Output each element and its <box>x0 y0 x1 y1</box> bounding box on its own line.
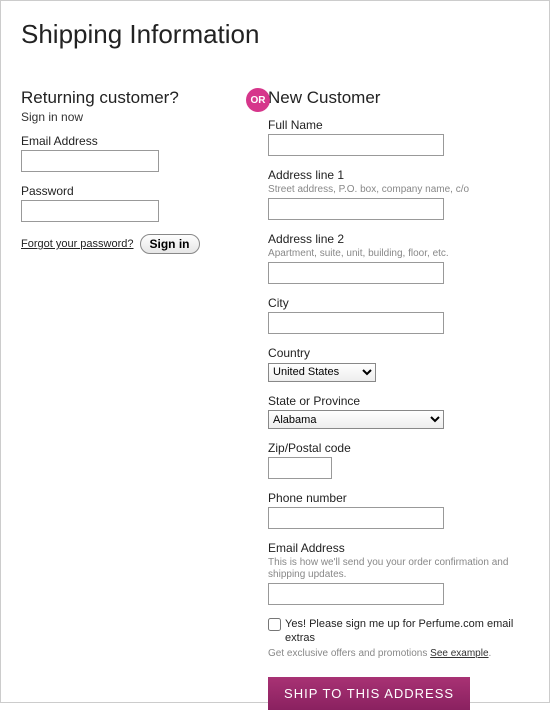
password-field-group: Password <box>21 184 268 222</box>
addr2-input[interactable] <box>268 262 444 284</box>
optin-label: Yes! Please sign me up for Perfume.com e… <box>285 617 529 646</box>
addr1-field-group: Address line 1 Street address, P.O. box,… <box>268 168 529 220</box>
phone-field-group: Phone number <box>268 491 529 529</box>
country-label: Country <box>268 346 529 360</box>
addr2-hint: Apartment, suite, unit, building, floor,… <box>268 248 529 260</box>
page-title: Shipping Information <box>21 19 529 50</box>
optin-row: Yes! Please sign me up for Perfume.com e… <box>268 617 529 646</box>
city-label: City <box>268 296 529 310</box>
columns: OR Returning customer? Sign in now Email… <box>21 88 529 710</box>
optin-hint-text: Get exclusive offers and promotions <box>268 648 430 659</box>
city-field-group: City <box>268 296 529 334</box>
email-label: Email Address <box>21 134 268 148</box>
new-email-label: Email Address <box>268 541 529 555</box>
returning-customer-section: OR Returning customer? Sign in now Email… <box>21 88 268 710</box>
new-email-hint: This is how we'll send you your order co… <box>268 557 529 581</box>
page-container: Shipping Information OR Returning custom… <box>0 0 550 703</box>
fullname-field-group: Full Name <box>268 118 529 156</box>
forgot-password-link[interactable]: Forgot your password? <box>21 238 134 250</box>
zip-field-group: Zip/Postal code <box>268 441 529 479</box>
or-badge: OR <box>246 88 270 112</box>
addr1-label: Address line 1 <box>268 168 529 182</box>
phone-label: Phone number <box>268 491 529 505</box>
phone-input[interactable] <box>268 507 444 529</box>
new-customer-heading: New Customer <box>268 88 529 108</box>
new-email-input[interactable] <box>268 583 444 605</box>
addr1-input[interactable] <box>268 198 444 220</box>
ship-to-address-button[interactable]: SHIP TO THIS ADDRESS <box>268 677 470 710</box>
email-field-group: Email Address <box>21 134 268 172</box>
addr2-label: Address line 2 <box>268 232 529 246</box>
returning-sub: Sign in now <box>21 110 268 124</box>
fullname-input[interactable] <box>268 134 444 156</box>
new-customer-section: New Customer Full Name Address line 1 St… <box>268 88 529 710</box>
returning-heading: Returning customer? <box>21 88 268 108</box>
email-input[interactable] <box>21 150 159 172</box>
password-input[interactable] <box>21 200 159 222</box>
fullname-label: Full Name <box>268 118 529 132</box>
see-example-link[interactable]: See example <box>430 648 488 659</box>
zip-label: Zip/Postal code <box>268 441 529 455</box>
new-email-field-group: Email Address This is how we'll send you… <box>268 541 529 605</box>
addr2-field-group: Address line 2 Apartment, suite, unit, b… <box>268 232 529 284</box>
signin-button[interactable]: Sign in <box>140 234 200 254</box>
country-field-group: Country United States <box>268 346 529 382</box>
state-label: State or Province <box>268 394 529 408</box>
state-select[interactable]: Alabama <box>268 410 444 429</box>
addr1-hint: Street address, P.O. box, company name, … <box>268 184 529 196</box>
password-label: Password <box>21 184 268 198</box>
optin-hint: Get exclusive offers and promotions See … <box>268 648 529 659</box>
signin-row: Forgot your password? Sign in <box>21 234 268 254</box>
zip-input[interactable] <box>268 457 332 479</box>
optin-checkbox[interactable] <box>268 618 281 631</box>
city-input[interactable] <box>268 312 444 334</box>
country-select[interactable]: United States <box>268 363 376 382</box>
state-field-group: State or Province Alabama <box>268 394 529 430</box>
